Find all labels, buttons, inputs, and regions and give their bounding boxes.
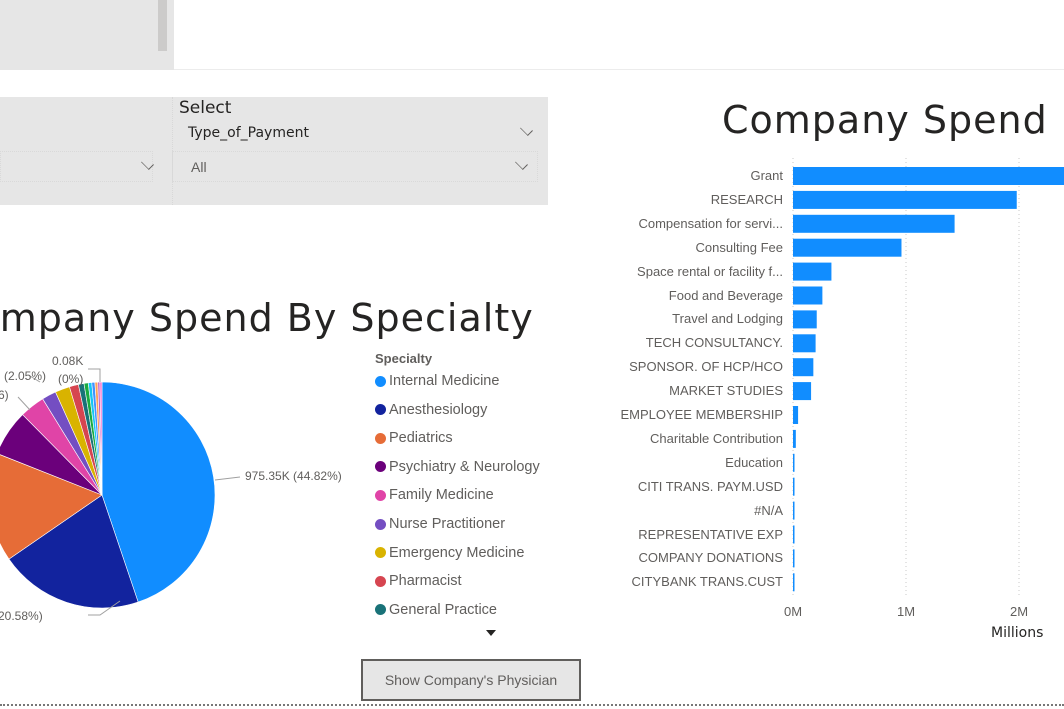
y-category-label: EMPLOYEE MEMBERSHIP	[620, 407, 783, 422]
legend-color-dot-icon	[375, 375, 386, 387]
legend-label: Nurse Practitioner	[389, 516, 506, 532]
legend-color-dot-icon	[375, 404, 386, 416]
x-tick-label: 2M	[1009, 604, 1029, 619]
legend-label: Family Medicine	[389, 487, 494, 504]
legend-item[interactable]: General Practice	[375, 602, 497, 618]
bar[interactable]	[793, 262, 832, 281]
x-tick-label: 0M	[783, 604, 803, 619]
bar-chart-title: Company Spend by	[722, 98, 1064, 142]
y-category-label: SPONSOR. OF HCP/HCO	[629, 359, 783, 375]
y-category-label: Charitable Contribution	[650, 430, 783, 446]
pie-label-family-medicine: 6)	[0, 388, 9, 402]
leader-line	[17, 396, 31, 411]
bar[interactable]	[793, 477, 795, 496]
y-category-label: TECH CONSULTANCY.	[645, 335, 783, 351]
x-axis-title: Millions	[991, 625, 1044, 641]
legend-label: Emergency Medicine	[389, 544, 525, 561]
y-category-label: Space rental or facility f...	[637, 263, 783, 279]
y-category-label: MARKET STUDIES	[669, 383, 783, 399]
y-category-label: #N/A	[754, 502, 783, 518]
bar[interactable]	[793, 453, 795, 472]
pie-label-internal-medicine: 975.35K (44.82%)	[245, 469, 342, 483]
bar[interactable]	[793, 429, 796, 448]
payment-slicer-title: Select	[179, 98, 232, 118]
legend-label: Anesthesiology	[389, 401, 488, 418]
bar[interactable]	[793, 525, 795, 544]
bar[interactable]	[793, 167, 1064, 185]
legend-item[interactable]: Internal Medicine	[375, 373, 499, 389]
legend-label: Pediatrics	[389, 430, 453, 447]
bar-chart	[792, 158, 1064, 598]
divider	[174, 69, 1064, 70]
bar[interactable]	[793, 334, 816, 353]
y-category-label: Food and Beverage	[668, 287, 783, 303]
payment-slicer-field: Type_of_Payment	[188, 125, 309, 141]
x-tick-label: 1M	[896, 604, 916, 619]
bar[interactable]	[793, 573, 795, 592]
show-company-physician-button[interactable]: Show Company's Physician	[361, 659, 581, 701]
y-category-label: Consulting Fee	[695, 239, 783, 255]
legend-color-dot-icon	[375, 489, 386, 501]
legend-item[interactable]: Family Medicine	[375, 487, 494, 503]
y-category-label: CITYBANK TRANS.CUST	[631, 574, 783, 590]
left-slicer-dropdown[interactable]	[0, 151, 153, 182]
y-category-label: REPRESENTATIVE EXP	[638, 526, 783, 542]
legend-color-dot-icon	[375, 518, 386, 530]
y-category-label: Travel and Lodging	[672, 311, 783, 327]
legend-label: General Practice	[389, 601, 497, 618]
y-category-label: Grant	[750, 168, 783, 183]
scrollbar-thumb[interactable]	[158, 0, 167, 51]
legend-color-dot-icon	[375, 461, 386, 473]
legend-color-dot-icon	[375, 547, 386, 559]
bar[interactable]	[793, 358, 814, 377]
leader-line	[88, 368, 101, 382]
legend-label: Psychiatry & Neurology	[389, 458, 540, 475]
y-category-label: CITI TRANS. PAYM.USD	[637, 478, 783, 494]
y-category-label: COMPANY DONATIONS	[638, 550, 783, 566]
legend-color-dot-icon	[375, 604, 386, 616]
legend-item[interactable]: Pediatrics	[375, 430, 453, 446]
y-category-label: RESEARCH	[710, 191, 783, 207]
bottom-divider	[0, 704, 1064, 706]
pie-label-anesthesiology: 20.58%)	[0, 609, 43, 623]
bar[interactable]	[793, 238, 902, 257]
top-visual-panel	[0, 0, 174, 70]
bar[interactable]	[793, 310, 817, 329]
bar[interactable]	[793, 501, 795, 520]
y-category-label: Compensation for servi...	[638, 215, 783, 231]
bar[interactable]	[793, 286, 823, 305]
payment-type-value: All	[191, 159, 207, 175]
legend-label: Pharmacist	[389, 573, 462, 590]
pie-label-nurse-practitioner: (2.05%)	[4, 369, 47, 383]
bar[interactable]	[793, 406, 799, 424]
legend-color-dot-icon	[375, 575, 386, 587]
legend-label: Internal Medicine	[389, 373, 500, 389]
pie-label-smallest-pct: (0%)	[58, 372, 84, 386]
legend-item[interactable]: Emergency Medicine	[375, 545, 524, 561]
pie-chart-title: Company Spend By Specialty	[0, 296, 534, 340]
y-category-label: Education	[725, 454, 783, 470]
legend-item[interactable]: Nurse Practitioner	[375, 516, 505, 532]
legend-scroll-down-icon[interactable]	[486, 630, 496, 636]
bar[interactable]	[793, 214, 955, 233]
legend-item[interactable]: Psychiatry & Neurology	[375, 459, 540, 475]
legend-item[interactable]: Anesthesiology	[375, 402, 487, 418]
bar[interactable]	[793, 382, 812, 401]
payment-type-dropdown[interactable]	[172, 151, 538, 182]
legend-title: Specialty	[375, 351, 433, 366]
pie-label-smallest-value: 0.08K	[52, 354, 84, 368]
legend-item[interactable]: Pharmacist	[375, 573, 462, 589]
bar[interactable]	[793, 190, 1017, 209]
legend-color-dot-icon	[375, 432, 386, 444]
bar[interactable]	[793, 549, 795, 568]
leader-line	[214, 476, 241, 481]
